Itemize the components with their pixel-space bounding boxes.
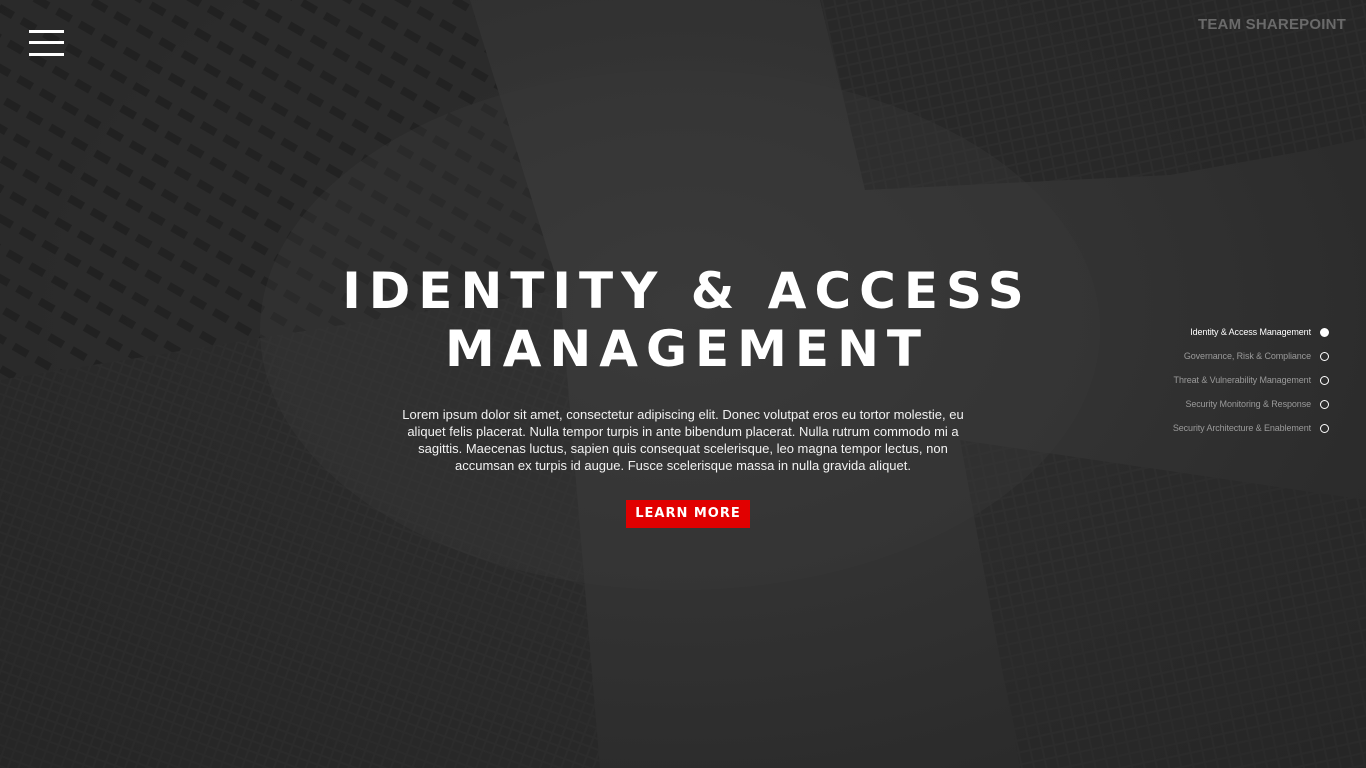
menu-bar: [29, 41, 64, 44]
dot-nav-item-governance-risk-compliance[interactable]: Governance, Risk & Compliance: [1069, 344, 1329, 368]
dot-nav-label: Governance, Risk & Compliance: [1183, 351, 1311, 361]
dot-nav-item-security-monitoring-response[interactable]: Security Monitoring & Response: [1069, 392, 1329, 416]
hero-title: IDENTITY & ACCESS MANAGEMENT: [342, 262, 1032, 378]
menu-bar: [29, 30, 64, 33]
dot-outline-icon: [1320, 375, 1329, 385]
dot-outline-icon: [1320, 399, 1329, 409]
dot-filled-icon: [1320, 327, 1329, 337]
learn-more-button[interactable]: LEARN MORE: [626, 500, 750, 528]
menu-bar: [29, 53, 64, 56]
dot-nav-item-security-architecture-enablement[interactable]: Security Architecture & Enablement: [1069, 416, 1329, 440]
dot-outline-icon: [1320, 351, 1329, 361]
dot-nav-label: Threat & Vulnerability Management: [1173, 375, 1312, 385]
dot-nav-label: Security Monitoring & Response: [1185, 399, 1311, 409]
dot-nav-label: Identity & Access Management: [1190, 327, 1311, 337]
dot-nav-item-threat-vulnerability-management[interactable]: Threat & Vulnerability Management: [1069, 368, 1329, 392]
section-dot-nav: Identity & Access Management Governance,…: [1069, 320, 1329, 440]
hamburger-menu-icon[interactable]: [29, 29, 64, 57]
brand-title[interactable]: TEAM SHAREPOINT: [1198, 16, 1346, 33]
dot-outline-icon: [1320, 423, 1329, 433]
dot-nav-label: Security Architecture & Enablement: [1172, 423, 1311, 433]
hero-description: Lorem ipsum dolor sit amet, consectetur …: [402, 407, 964, 473]
dot-nav-item-identity-access-management[interactable]: Identity & Access Management: [1069, 320, 1329, 344]
